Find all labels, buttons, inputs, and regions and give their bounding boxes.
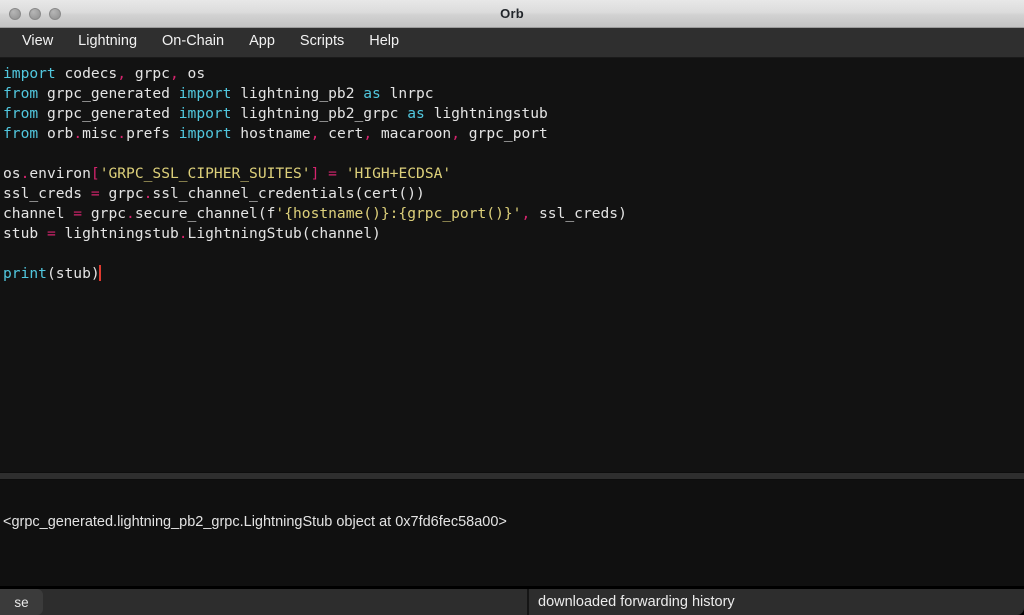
status-left-label: se: [14, 594, 29, 610]
code-token: environ: [29, 165, 91, 182]
menu-item-lightning[interactable]: Lightning: [67, 31, 148, 54]
code-token: ,: [451, 125, 460, 142]
code-token: .: [178, 225, 188, 242]
code-line: print(stub): [3, 264, 1024, 284]
code-token: lightning_pb2: [231, 85, 364, 102]
code-token: ,: [169, 65, 179, 82]
code-token: import: [178, 85, 232, 102]
code-token: grpc: [99, 185, 144, 202]
minimize-button[interactable]: [29, 7, 41, 20]
code-token: prefs: [126, 125, 179, 142]
code-token: .: [117, 125, 127, 142]
code-token: grpc: [82, 205, 127, 222]
status-spacer: [43, 589, 527, 615]
window-controls: [9, 0, 61, 27]
output-console-pane[interactable]: <grpc_generated.lightning_pb2_grpc.Light…: [0, 480, 1024, 586]
code-token: lnrpc: [380, 85, 434, 102]
code-token: lightningstub: [424, 105, 548, 122]
code-token: cert: [319, 125, 364, 142]
code-token: print: [3, 265, 47, 282]
code-line: stub = lightningstub.LightningStub(chann…: [3, 224, 1024, 244]
code-token: from: [3, 85, 39, 102]
code-content[interactable]: import codecs, grpc, os from grpc_generat…: [3, 64, 1024, 284]
code-token: ssl_creds: [3, 185, 91, 202]
menu-item-on-chain[interactable]: On-Chain: [151, 31, 235, 54]
code-token: ssl_channel_credentials(cert()): [152, 185, 425, 202]
code-token: grpc_port: [459, 125, 548, 142]
output-line: <grpc_generated.lightning_pb2_grpc.Light…: [3, 514, 507, 530]
code-line: os.environ['GRPC_SSL_CIPHER_SUITES'] = '…: [3, 164, 1024, 184]
code-token: [: [90, 165, 100, 182]
code-token: import: [178, 125, 232, 142]
code-token: stub: [3, 225, 47, 242]
code-token: macaroon: [372, 125, 452, 142]
code-token: ,: [117, 65, 127, 82]
code-token: grpc_generated: [38, 105, 179, 122]
code-line: from grpc_generated import lightning_pb2…: [3, 84, 1024, 104]
orb-app-window: Orb View Lightning On-Chain App Scripts …: [0, 0, 1024, 615]
code-line: ssl_creds = grpc.ssl_channel_credentials…: [3, 184, 1024, 204]
code-token: os: [178, 65, 206, 82]
code-token: from: [3, 105, 39, 122]
code-token: 'HIGH+ECDSA': [345, 165, 452, 182]
status-right-label: downloaded forwarding history: [538, 594, 735, 610]
code-line: from orb.misc.prefs import hostname, cer…: [3, 124, 1024, 144]
pane-splitter[interactable]: [0, 472, 1024, 480]
code-token: lightningstub: [55, 225, 179, 242]
menu-item-app[interactable]: App: [238, 31, 286, 54]
code-token: as: [407, 105, 425, 122]
code-token: orb: [38, 125, 74, 142]
status-left-chip[interactable]: se: [0, 589, 43, 615]
code-token: =: [73, 205, 83, 222]
code-token: channel: [3, 205, 74, 222]
menu-item-scripts[interactable]: Scripts: [289, 31, 355, 54]
code-token: .: [126, 205, 135, 222]
code-token: (stub): [46, 265, 100, 282]
code-editor-pane[interactable]: import codecs, grpc, os from grpc_generat…: [0, 58, 1024, 472]
window-title: Orb: [500, 6, 524, 21]
code-token: from: [3, 125, 39, 142]
menu-item-view[interactable]: View: [11, 31, 64, 54]
code-token: grpc_generated: [38, 85, 179, 102]
code-line: import codecs, grpc, os: [3, 64, 1024, 84]
status-right-section[interactable]: downloaded forwarding history: [529, 589, 1024, 615]
code-token: '{hostname()}:{grpc_port()}': [275, 205, 522, 222]
code-token: ,: [521, 205, 531, 222]
code-token: os: [3, 165, 21, 182]
window-titlebar[interactable]: Orb: [0, 0, 1024, 28]
code-token: misc: [82, 125, 118, 142]
code-token: lightning_pb2_grpc: [231, 105, 408, 122]
code-token: 'GRPC_SSL_CIPHER_SUITES': [99, 165, 311, 182]
menubar: View Lightning On-Chain App Scripts Help: [0, 28, 1024, 58]
code-token: secure_channel(f: [134, 205, 276, 222]
code-token: ssl_creds): [530, 205, 627, 222]
code-token: .: [73, 125, 83, 142]
zoom-button[interactable]: [49, 7, 61, 20]
code-line: from grpc_generated import lightning_pb2…: [3, 104, 1024, 124]
code-token: ,: [363, 125, 373, 142]
code-token: LightningStub(channel): [187, 225, 381, 242]
code-token: =: [90, 185, 100, 202]
text-cursor: [98, 265, 101, 281]
close-button[interactable]: [9, 7, 21, 20]
statusbar-inner: se downloaded forwarding history: [0, 589, 1024, 615]
code-token: import: [178, 105, 232, 122]
code-token: grpc: [126, 65, 170, 82]
statusbar: se downloaded forwarding history: [0, 586, 1024, 615]
code-line: channel = grpc.secure_channel(f'{hostnam…: [3, 204, 1024, 224]
code-token: hostname: [231, 125, 311, 142]
code-token: codecs: [55, 65, 118, 82]
code-token: =: [46, 225, 56, 242]
menu-item-help[interactable]: Help: [358, 31, 410, 54]
code-token: import: [3, 65, 56, 82]
code-token: as: [363, 85, 381, 102]
code-token: =: [328, 165, 337, 182]
